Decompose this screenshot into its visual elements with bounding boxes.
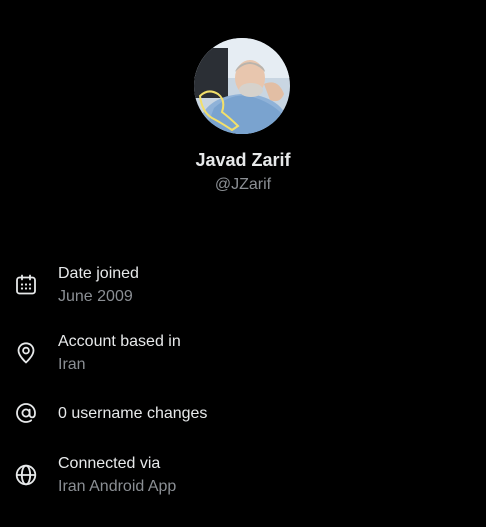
date-joined-row: Date joined June 2009 [0, 262, 486, 312]
connected-via-value: Iran Android App [58, 478, 177, 495]
account-based-in-label: Account based in [58, 333, 181, 350]
avatar[interactable] [194, 38, 290, 134]
connected-via-label: Connected via [58, 455, 161, 472]
location-pin-icon [14, 341, 38, 365]
date-joined-value: June 2009 [58, 288, 133, 305]
username-changes-row: 0 username changes [0, 399, 486, 429]
avatar-photo [194, 38, 290, 134]
handle: @JZarif [214, 176, 272, 193]
calendar-icon [14, 273, 38, 297]
username-changes-label: 0 username changes [58, 405, 208, 422]
display-name: Javad Zarif [195, 150, 291, 170]
at-sign-icon [14, 401, 38, 425]
globe-icon [14, 463, 38, 487]
account-based-in-value: Iran [58, 356, 86, 373]
connected-via-row: Connected via Iran Android App [0, 452, 486, 502]
profile-header: Javad Zarif @JZarif [0, 0, 486, 200]
account-based-in-row: Account based in Iran [0, 330, 486, 380]
date-joined-label: Date joined [58, 265, 139, 282]
